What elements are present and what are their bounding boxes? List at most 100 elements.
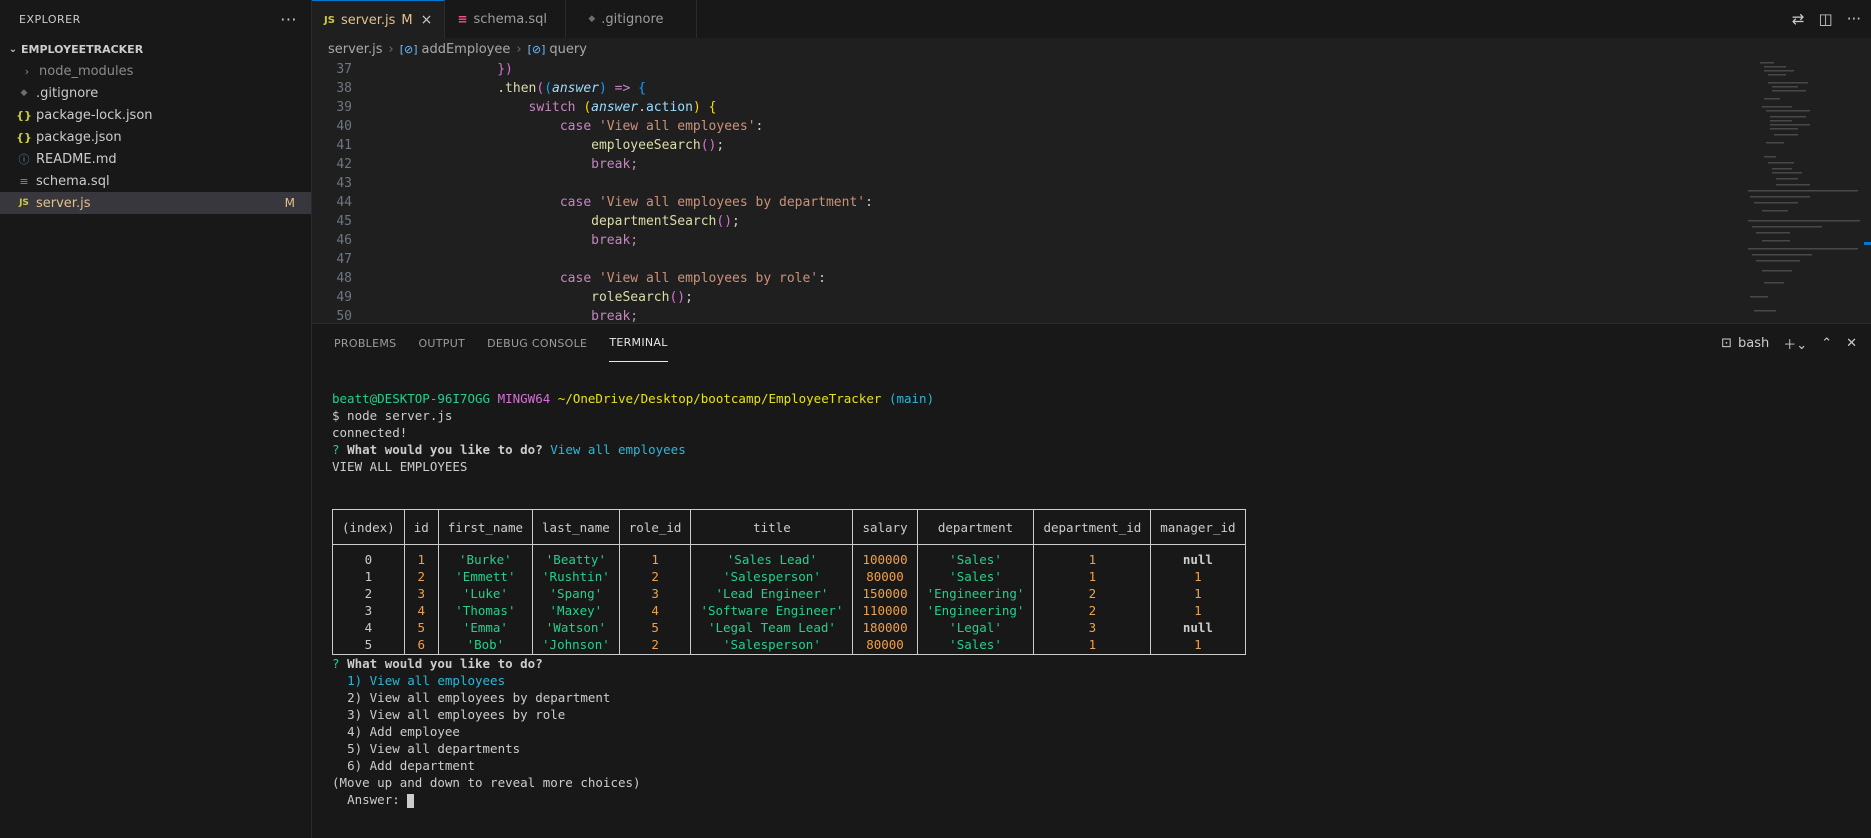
- tab-debug-console[interactable]: DEBUG CONSOLE: [487, 324, 587, 362]
- table-cell: 110000: [852, 602, 918, 619]
- column-header: department: [916, 509, 1035, 545]
- column-header: title: [690, 509, 854, 545]
- column-header: first_name: [437, 509, 534, 545]
- close-panel-icon[interactable]: ✕: [1846, 336, 1857, 351]
- terminal-question: ? What would you like to do?: [332, 656, 543, 671]
- variable-icon: [⊘]: [527, 42, 546, 56]
- tab-problems[interactable]: PROBLEMS: [334, 324, 396, 362]
- table-cell: 'Beatty': [532, 544, 620, 568]
- choice-item[interactable]: 3) View all employees by role: [332, 706, 1871, 723]
- code-line: 40 case 'View all employees':: [336, 119, 764, 134]
- table-cell: 2: [403, 568, 439, 585]
- column-header: salary: [852, 509, 918, 545]
- table-cell: 4: [403, 602, 439, 619]
- workspace-folder[interactable]: ⌄ EMPLOYEETRACKER: [0, 38, 311, 60]
- code-line: 42 break;: [336, 157, 639, 172]
- choice-item[interactable]: 4) Add employee: [332, 723, 1871, 740]
- table-row: 4 5 'Emma' 'Watson' 5 'Legal Team Lead' 180000…: [332, 619, 1246, 636]
- json-icon: {}: [16, 130, 32, 144]
- code-line: 43: [336, 176, 352, 191]
- database-icon: ≡: [457, 12, 468, 26]
- table-cell: 1: [1033, 636, 1152, 655]
- table-cell: 'Engineering': [916, 585, 1035, 602]
- modified-indicator: M: [401, 12, 413, 28]
- tree-item-label: node_modules: [39, 63, 134, 79]
- terminal-question: ? What would you like to do? View all em…: [332, 442, 686, 457]
- info-icon: ⓘ: [18, 153, 30, 166]
- table-cell: 'Watson': [532, 619, 620, 636]
- table-cell: 1: [1150, 602, 1246, 619]
- tree-item-readme[interactable]: ⓘ README.md: [0, 148, 311, 170]
- code-line: 44 case 'View all employees by departmen…: [336, 195, 873, 210]
- tab-terminal[interactable]: TERMINAL: [609, 324, 668, 362]
- choice-item[interactable]: 2) View all employees by department: [332, 689, 1871, 706]
- table-cell: 1: [1150, 636, 1246, 655]
- tab-gitignore[interactable]: ◆ .gitignore: [566, 0, 698, 38]
- variable-icon: [⊘]: [399, 42, 418, 56]
- terminal-output[interactable]: beatt@DESKTOP-96I7OGG MINGW64 ~/OneDrive…: [332, 390, 1871, 838]
- table-cell: 'Johnson': [532, 636, 620, 655]
- panel-tab-bar: PROBLEMS OUTPUT DEBUG CONSOLE TERMINAL: [312, 324, 1871, 362]
- breadcrumb-file[interactable]: server.js: [328, 42, 382, 57]
- breadcrumb-function[interactable]: addEmployee: [422, 42, 511, 57]
- tree-item-package-json[interactable]: {} package.json: [0, 126, 311, 148]
- more-actions-icon[interactable]: ···: [1847, 10, 1861, 28]
- tree-item-gitignore[interactable]: ◆ .gitignore: [0, 82, 311, 104]
- table-cell: null: [1150, 619, 1246, 636]
- tree-item-node-modules[interactable]: › node_modules: [0, 60, 311, 82]
- table-cell: 3: [332, 602, 405, 619]
- database-icon: ≡: [19, 174, 29, 188]
- code-line: 46 break;: [336, 233, 639, 248]
- table-cell: 4: [618, 602, 692, 619]
- table-cell: 'Sales': [916, 636, 1035, 655]
- choice-item[interactable]: 1) View all employees: [332, 672, 1871, 689]
- table-cell: 1: [618, 544, 692, 568]
- table-cell: 2: [1033, 602, 1152, 619]
- split-editor-icon[interactable]: ◫: [1819, 10, 1833, 28]
- column-header: (index): [332, 509, 405, 545]
- table-header-row: (index) id first_name last_name role_id title…: [332, 509, 1246, 545]
- table-cell: 4: [332, 619, 405, 636]
- tree-item-label: schema.sql: [36, 173, 110, 189]
- table-cell: 3: [403, 585, 439, 602]
- table-cell: 6: [403, 636, 439, 655]
- shell-name[interactable]: bash: [1738, 336, 1769, 351]
- breadcrumb-symbol[interactable]: query: [549, 42, 587, 57]
- compare-changes-icon[interactable]: ⇄: [1792, 10, 1805, 28]
- tree-item-server-js[interactable]: JS server.js M: [0, 192, 311, 214]
- more-actions-icon[interactable]: ···: [280, 10, 297, 29]
- tab-label: server.js: [340, 12, 396, 28]
- table-row: 5 6 'Bob' 'Johnson' 2 'Salesperson' 80000 'Sale…: [332, 636, 1246, 655]
- json-icon: {}: [16, 108, 32, 122]
- table-cell: 'Lead Engineer': [690, 585, 854, 602]
- chevron-right-icon: ›: [388, 41, 394, 57]
- javascript-icon: JS: [19, 198, 29, 208]
- minimap-preview: [1748, 62, 1871, 312]
- tab-server-js[interactable]: JS server.js M ×: [312, 0, 446, 39]
- tree-item-package-lock[interactable]: {} package-lock.json: [0, 104, 311, 126]
- javascript-icon: JS: [324, 14, 335, 26]
- tree-item-label: package.json: [36, 129, 122, 145]
- table-cell: null: [1150, 544, 1246, 568]
- code-editor[interactable]: 37 }) 38 .then((answer) => { 39 switch (…: [312, 60, 1740, 322]
- minimap[interactable]: [1740, 60, 1871, 322]
- tab-schema-sql[interactable]: ≡ schema.sql: [445, 0, 567, 38]
- table-cell: 3: [618, 585, 692, 602]
- git-icon: ◆: [20, 88, 28, 98]
- choice-item[interactable]: 6) Add department: [332, 757, 1871, 774]
- code-line: 41 employeeSearch();: [336, 138, 725, 153]
- close-icon[interactable]: ×: [421, 12, 433, 28]
- new-terminal-icon[interactable]: ＋⌄: [1783, 334, 1807, 353]
- table-cell: 1: [1150, 568, 1246, 585]
- maximize-panel-icon[interactable]: ⌃: [1821, 336, 1832, 351]
- tree-item-schema-sql[interactable]: ≡ schema.sql: [0, 170, 311, 192]
- table-cell: 'Bob': [437, 636, 534, 655]
- breadcrumb: server.js › [⊘] addEmployee › [⊘] query: [312, 38, 1871, 60]
- table-cell: 'Legal': [916, 619, 1035, 636]
- tab-output[interactable]: OUTPUT: [418, 324, 465, 362]
- table-cell: 'Burke': [437, 544, 534, 568]
- explorer-sidebar: EXPLORER ··· ⌄ EMPLOYEETRACKER › node_mo…: [0, 0, 312, 838]
- workspace-folder-label: EMPLOYEETRACKER: [21, 42, 144, 56]
- answer-prompt[interactable]: Answer:: [332, 791, 1871, 808]
- choice-item[interactable]: 5) View all departments: [332, 740, 1871, 757]
